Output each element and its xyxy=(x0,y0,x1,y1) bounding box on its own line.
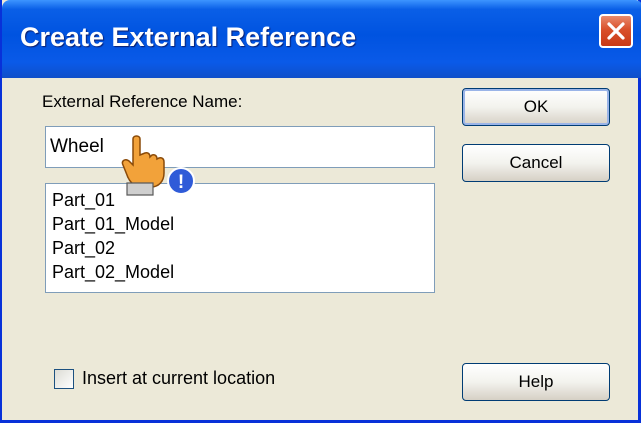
warning-badge-text: ! xyxy=(178,172,184,193)
insert-at-location-checkbox[interactable] xyxy=(54,369,74,389)
list-item[interactable]: Part_02_Model xyxy=(52,260,428,284)
close-button[interactable] xyxy=(599,14,633,48)
list-item[interactable]: Part_01_Model xyxy=(52,212,428,236)
reference-name-label: External Reference Name: xyxy=(42,92,243,111)
insert-at-location-label[interactable]: Insert at current location xyxy=(82,368,275,389)
title-bar[interactable]: Create External Reference xyxy=(2,0,641,78)
list-item[interactable]: Part_02 xyxy=(52,236,428,260)
dialog-title: Create External Reference xyxy=(20,22,357,52)
ok-button[interactable]: OK xyxy=(462,88,610,126)
hand-pointer-warning-icon: ! xyxy=(103,133,203,208)
help-button[interactable]: Help xyxy=(462,363,610,401)
dialog-window: Create External Reference External Refer… xyxy=(0,0,641,423)
close-icon xyxy=(607,22,625,40)
cancel-button[interactable]: Cancel xyxy=(462,144,610,182)
